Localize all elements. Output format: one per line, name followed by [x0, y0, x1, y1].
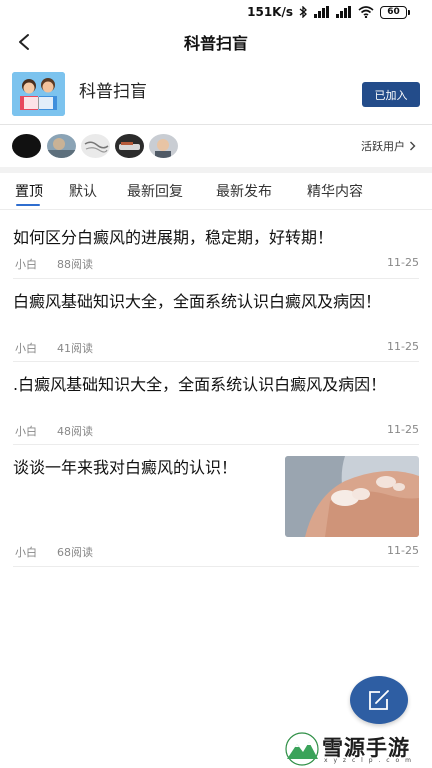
signal-icon	[314, 6, 329, 18]
compose-button[interactable]	[350, 676, 408, 724]
avatar[interactable]	[12, 134, 41, 158]
post-reads: 88阅读	[57, 258, 93, 271]
divider	[0, 209, 432, 210]
post-date: 11-25	[387, 423, 419, 436]
mountain-logo-icon	[285, 732, 319, 766]
active-users-link[interactable]: 活跃用户	[361, 138, 416, 154]
avatar[interactable]	[149, 134, 178, 158]
tab-latest-post[interactable]: 最新发布	[216, 181, 272, 201]
page-title: 科普扫盲	[183, 34, 248, 53]
tab-bar: 置顶 默认 最新回复 最新发布 精华内容	[0, 173, 432, 209]
bluetooth-icon	[299, 6, 307, 18]
post-author: 小白	[15, 342, 37, 355]
divider	[13, 361, 419, 362]
post-item[interactable]: 白癜风基础知识大全，全面系统认识白癜风及病因！ 小白 41阅读 11-25	[13, 290, 419, 360]
divider	[13, 278, 419, 279]
post-title: .白癜风基础知识大全，全面系统认识白癜风及病因！	[13, 375, 387, 394]
post-item[interactable]: 谈谈一年来我对白癜风的认识！ 小白 68阅读 11-25	[13, 456, 419, 560]
network-speed: 151K/s	[247, 5, 293, 19]
nav-bar: 科普扫盲	[0, 24, 432, 60]
tab-featured[interactable]: 精华内容	[307, 181, 363, 201]
post-author: 小白	[15, 425, 37, 438]
tab-latest-reply[interactable]: 最新回复	[127, 181, 183, 201]
watermark: 雪源手游网 x y z c l p . c o m	[280, 728, 428, 768]
avatar[interactable]	[81, 134, 110, 158]
chevron-right-icon	[410, 141, 416, 151]
divider	[13, 444, 419, 445]
active-users-label: 活跃用户	[361, 140, 405, 153]
post-date: 11-25	[387, 256, 419, 269]
post-thumbnail	[285, 456, 419, 537]
avatar[interactable]	[115, 134, 144, 158]
post-author: 小白	[15, 546, 37, 559]
post-title: 如何区分白癜风的进展期，稳定期，好转期！	[13, 228, 334, 247]
post-title: 白癜风基础知识大全，全面系统认识白癜风及病因！	[13, 292, 382, 311]
post-item[interactable]: 如何区分白癜风的进展期，稳定期，好转期！ 小白 88阅读 11-25	[13, 226, 419, 276]
joined-button[interactable]: 已加入	[362, 82, 420, 107]
group-header: 科普扫盲 已加入	[0, 60, 432, 124]
tab-pinned[interactable]: 置顶	[15, 181, 43, 201]
active-users-row[interactable]: 活跃用户	[0, 125, 432, 167]
post-item[interactable]: .白癜风基础知识大全，全面系统认识白癜风及病因！ 小白 48阅读 11-25	[13, 373, 419, 443]
wifi-icon	[358, 6, 374, 18]
post-reads: 41阅读	[57, 342, 93, 355]
active-tab-indicator	[16, 204, 40, 206]
signal-icon-2	[336, 6, 351, 18]
tab-default[interactable]: 默认	[69, 181, 97, 201]
post-reads: 48阅读	[57, 425, 93, 438]
group-name: 科普扫盲	[79, 82, 147, 102]
edit-icon	[369, 690, 389, 710]
battery-icon: 60	[380, 5, 410, 19]
watermark-subtext: x y z c l p . c o m	[324, 757, 413, 764]
post-reads: 68阅读	[57, 546, 93, 559]
post-author: 小白	[15, 258, 37, 271]
divider	[13, 566, 419, 567]
post-title: 谈谈一年来我对白癜风的认识！	[13, 458, 238, 477]
post-date: 11-25	[387, 544, 419, 557]
post-date: 11-25	[387, 340, 419, 353]
status-bar: 151K/s 60	[0, 0, 432, 24]
group-logo	[12, 72, 65, 116]
avatar[interactable]	[47, 134, 76, 158]
